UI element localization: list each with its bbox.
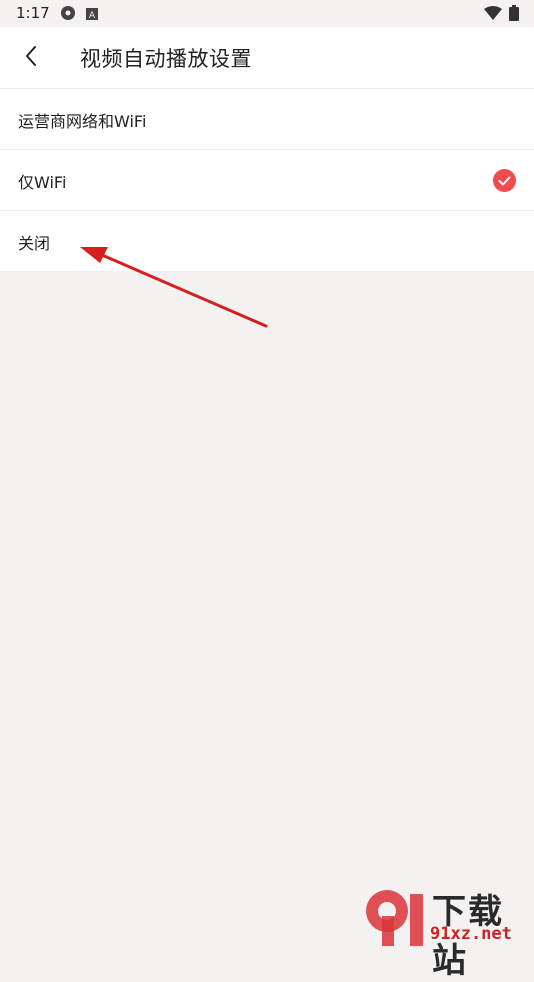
option-label: 运营商网络和WiFi — [18, 112, 147, 131]
watermark-logo-icon — [366, 890, 423, 946]
back-arrow-icon — [24, 45, 38, 71]
checkmark-icon — [493, 169, 516, 192]
svg-text:A: A — [89, 11, 96, 20]
watermark-url: 91xz.net — [430, 924, 512, 944]
settings-icon — [60, 5, 76, 25]
battery-icon — [509, 5, 519, 25]
status-bar: 1:17 A — [0, 0, 534, 27]
option-label: 仅WiFi — [18, 173, 67, 192]
page-title: 视频自动播放设置 — [80, 47, 252, 71]
wifi-icon — [484, 5, 502, 24]
app-bar: 视频自动播放设置 — [0, 27, 534, 89]
autoplay-options-list: 运营商网络和WiFi 仅WiFi 关闭 — [0, 89, 534, 271]
option-wifi-only[interactable]: 仅WiFi — [0, 150, 534, 211]
status-time: 1:17 — [16, 4, 50, 22]
option-off[interactable]: 关闭 — [0, 211, 534, 271]
back-button[interactable] — [12, 39, 50, 77]
option-label: 关闭 — [18, 234, 51, 253]
option-carrier-and-wifi[interactable]: 运营商网络和WiFi — [0, 89, 534, 150]
keyboard-icon: A — [86, 5, 98, 24]
